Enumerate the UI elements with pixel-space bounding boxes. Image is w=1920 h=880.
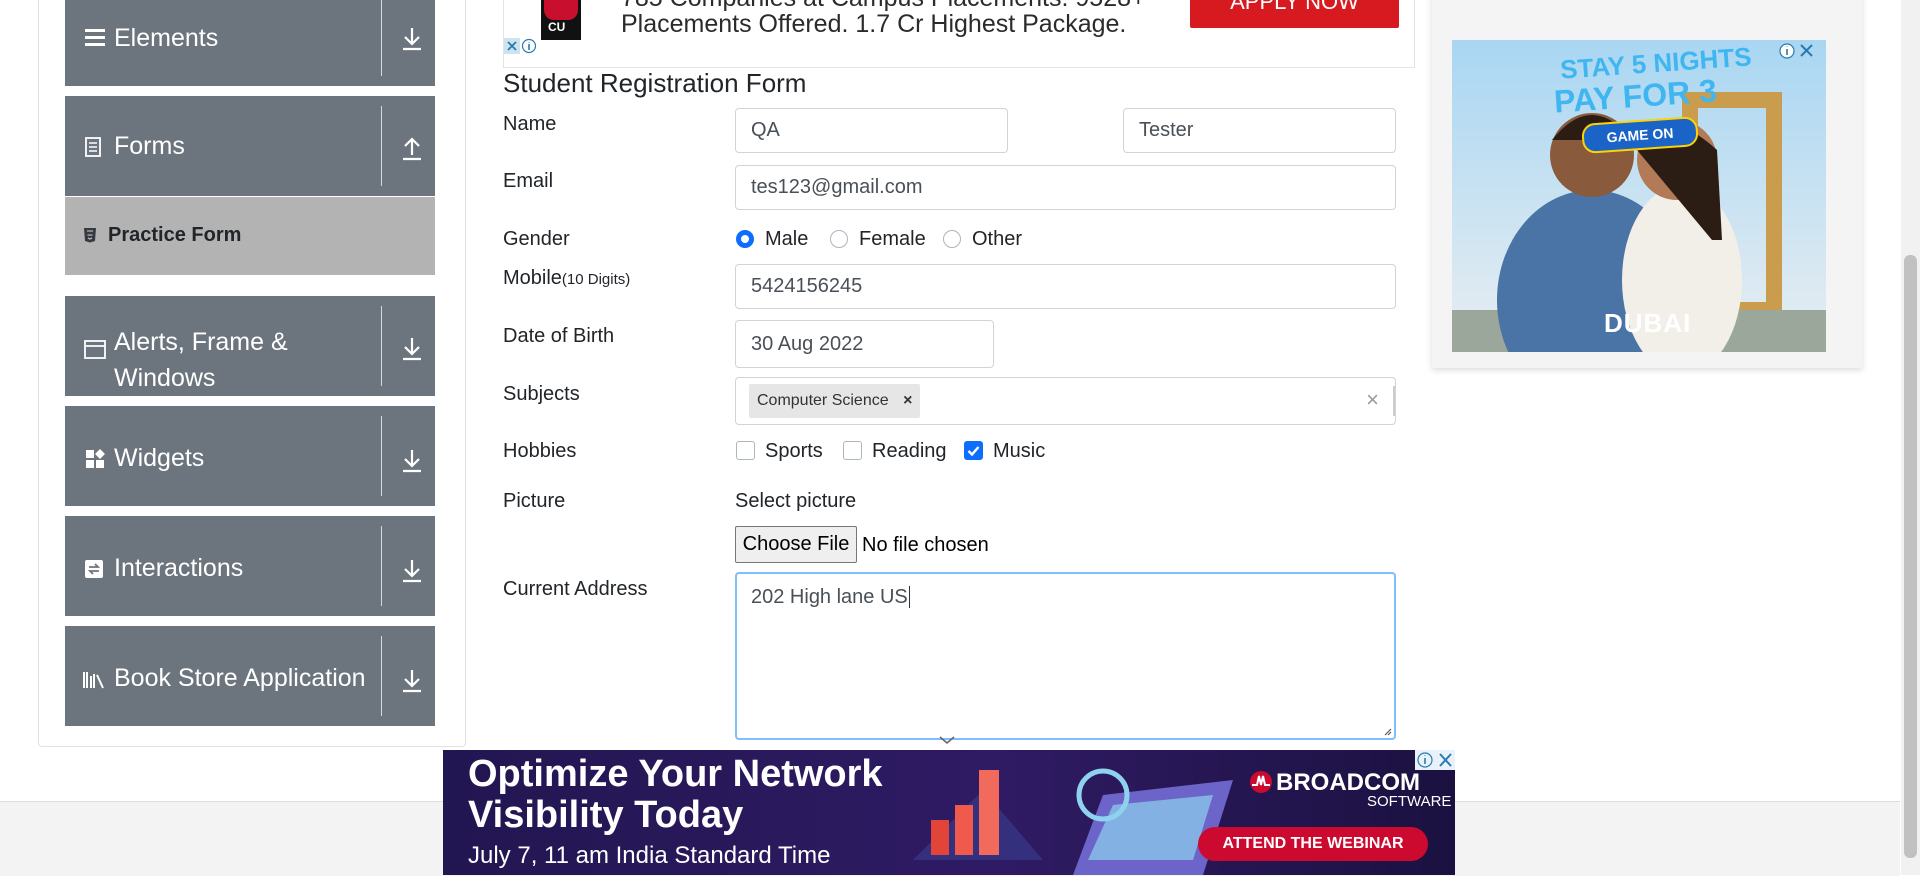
divider — [381, 416, 382, 496]
scrollbar-thumb[interactable] — [1904, 255, 1917, 858]
window-icon — [84, 340, 106, 359]
text-cursor: ​ — [908, 586, 910, 608]
apply-now-button[interactable]: APPLY NOW — [1190, 0, 1399, 28]
gender-male-label[interactable]: Male — [765, 228, 808, 251]
name-label: Name — [503, 113, 557, 135]
html5-icon — [84, 228, 96, 243]
widgets-icon — [86, 449, 105, 468]
resize-handle-icon[interactable] — [1382, 726, 1392, 736]
logo-text: CU — [548, 20, 566, 34]
dubai-ad[interactable]: STAY 5 NIGHTS PAY FOR 3 GAME ON DUBAI — [1452, 40, 1826, 410]
divider — [381, 106, 382, 186]
document-icon — [85, 137, 101, 157]
ad-close-icon[interactable] — [504, 38, 538, 54]
interactions-icon — [85, 560, 103, 578]
ad-headline-line1: Optimize Your Network — [468, 753, 883, 795]
sidebar-group-widgets[interactable]: Widgets — [65, 406, 435, 506]
choose-file-button[interactable]: Choose File — [735, 526, 857, 563]
books-icon — [83, 672, 104, 689]
hobby-music-label[interactable]: Music — [993, 440, 1045, 463]
attend-webinar-button[interactable]: ATTEND THE WEBINAR — [1198, 827, 1428, 861]
bottom-ad-banner[interactable]: Optimize Your Network Visibility Today J… — [443, 750, 1455, 875]
ad-brand: DUBAI — [1604, 308, 1692, 338]
ad-text-line2: Placements Offered. 1.7 Cr Highest Packa… — [621, 10, 1127, 38]
remove-tag-icon[interactable]: × — [903, 392, 912, 409]
current-address-label: Current Address — [503, 578, 648, 600]
broadcom-logo-icon — [1250, 771, 1272, 793]
divider — [381, 526, 382, 606]
sidebar-group-interactions[interactable]: Interactions — [65, 516, 435, 616]
hobby-music-checkbox[interactable] — [964, 441, 983, 460]
ad-headline-line2: Visibility Today — [468, 794, 744, 836]
gender-male-radio[interactable] — [736, 230, 754, 248]
download-icon[interactable] — [400, 448, 424, 474]
sidebar-group-book-store[interactable]: Book Store Application — [65, 626, 435, 726]
gender-female-radio[interactable] — [830, 230, 848, 248]
hobby-sports-label[interactable]: Sports — [765, 440, 823, 463]
ad-date-line: July 7, 11 am India Standard Time — [468, 842, 831, 869]
ad-brand-sub: SOFTWARE — [1367, 793, 1452, 810]
divider — [381, 306, 382, 386]
last-name-input[interactable]: Tester — [1123, 108, 1396, 153]
gender-other-label[interactable]: Other — [972, 228, 1022, 251]
top-ad-banner[interactable]: CU 785 Companies at Campus Placements. 9… — [503, 0, 1415, 68]
hobbies-label: Hobbies — [503, 440, 577, 462]
email-input[interactable]: tes123@gmail.com — [735, 165, 1396, 210]
download-icon[interactable] — [400, 668, 424, 694]
dob-label: Date of Birth — [503, 325, 615, 347]
sidebar-group-label: Forms — [114, 132, 185, 160]
ad-close-icon[interactable] — [1415, 750, 1455, 770]
divider — [381, 0, 382, 76]
sidebar-group-label: Book Store Application — [114, 664, 366, 692]
download-icon[interactable] — [400, 336, 424, 362]
address-text: 202 High lane US — [751, 586, 908, 608]
email-label: Email — [503, 170, 554, 192]
university-logo: CU — [541, 0, 581, 40]
ad-close-icon[interactable] — [1778, 42, 1816, 60]
checkmark-icon — [967, 446, 980, 457]
subject-tag: Computer Science × — [749, 384, 921, 418]
sidebar-group-elements[interactable]: Elements — [65, 0, 435, 86]
sidebar-group-forms[interactable]: Forms — [65, 96, 435, 196]
current-address-textarea[interactable]: 202 High lane US​ — [735, 572, 1396, 740]
sidebar-item-label: Practice Form — [108, 224, 242, 246]
gender-other-radio[interactable] — [943, 230, 961, 248]
download-icon[interactable] — [400, 26, 424, 52]
upload-icon[interactable] — [400, 136, 424, 162]
hamburger-icon — [85, 29, 105, 46]
select-picture-label: Select picture — [735, 490, 857, 512]
download-icon[interactable] — [400, 558, 424, 584]
sidebar-group-label-line2: Windows — [114, 364, 216, 392]
hobby-reading-label[interactable]: Reading — [872, 440, 947, 463]
hobby-sports-checkbox[interactable] — [736, 441, 755, 460]
mobile-input[interactable]: 5424156245 — [735, 264, 1396, 309]
subject-tag-label: Computer Science — [757, 392, 889, 409]
date-of-birth-input[interactable]: 30 Aug 2022 — [735, 320, 994, 368]
subjects-separator — [1393, 386, 1395, 416]
mobile-label-text: Mobile — [503, 267, 562, 289]
mobile-label: Mobile(10 Digits) — [503, 267, 630, 290]
gender-female-label[interactable]: Female — [859, 228, 926, 251]
sidebar-item-practice-form[interactable]: Practice Form — [65, 197, 435, 275]
form-title: Student Registration Form — [503, 68, 807, 98]
chevron-down-icon[interactable] — [938, 735, 956, 745]
sidebar-group-label: Elements — [114, 24, 219, 52]
sidebar-group-label: Widgets — [114, 444, 205, 472]
clear-subjects-icon[interactable]: × — [1366, 378, 1379, 421]
sidebar-group-alerts-frame-windows[interactable]: Alerts, Frame & Windows — [65, 296, 435, 396]
hobby-reading-checkbox[interactable] — [843, 441, 862, 460]
first-name-input[interactable]: QA — [735, 108, 1008, 153]
gender-label: Gender — [503, 228, 570, 250]
subjects-label: Subjects — [503, 383, 580, 405]
sidebar-group-label: Alerts, Frame & — [114, 328, 288, 356]
picture-label: Picture — [503, 490, 566, 512]
divider — [381, 636, 382, 716]
no-file-chosen-text: No file chosen — [862, 534, 989, 556]
mobile-hint: (10 Digits) — [561, 271, 631, 288]
sidebar-group-label: Interactions — [114, 554, 244, 582]
